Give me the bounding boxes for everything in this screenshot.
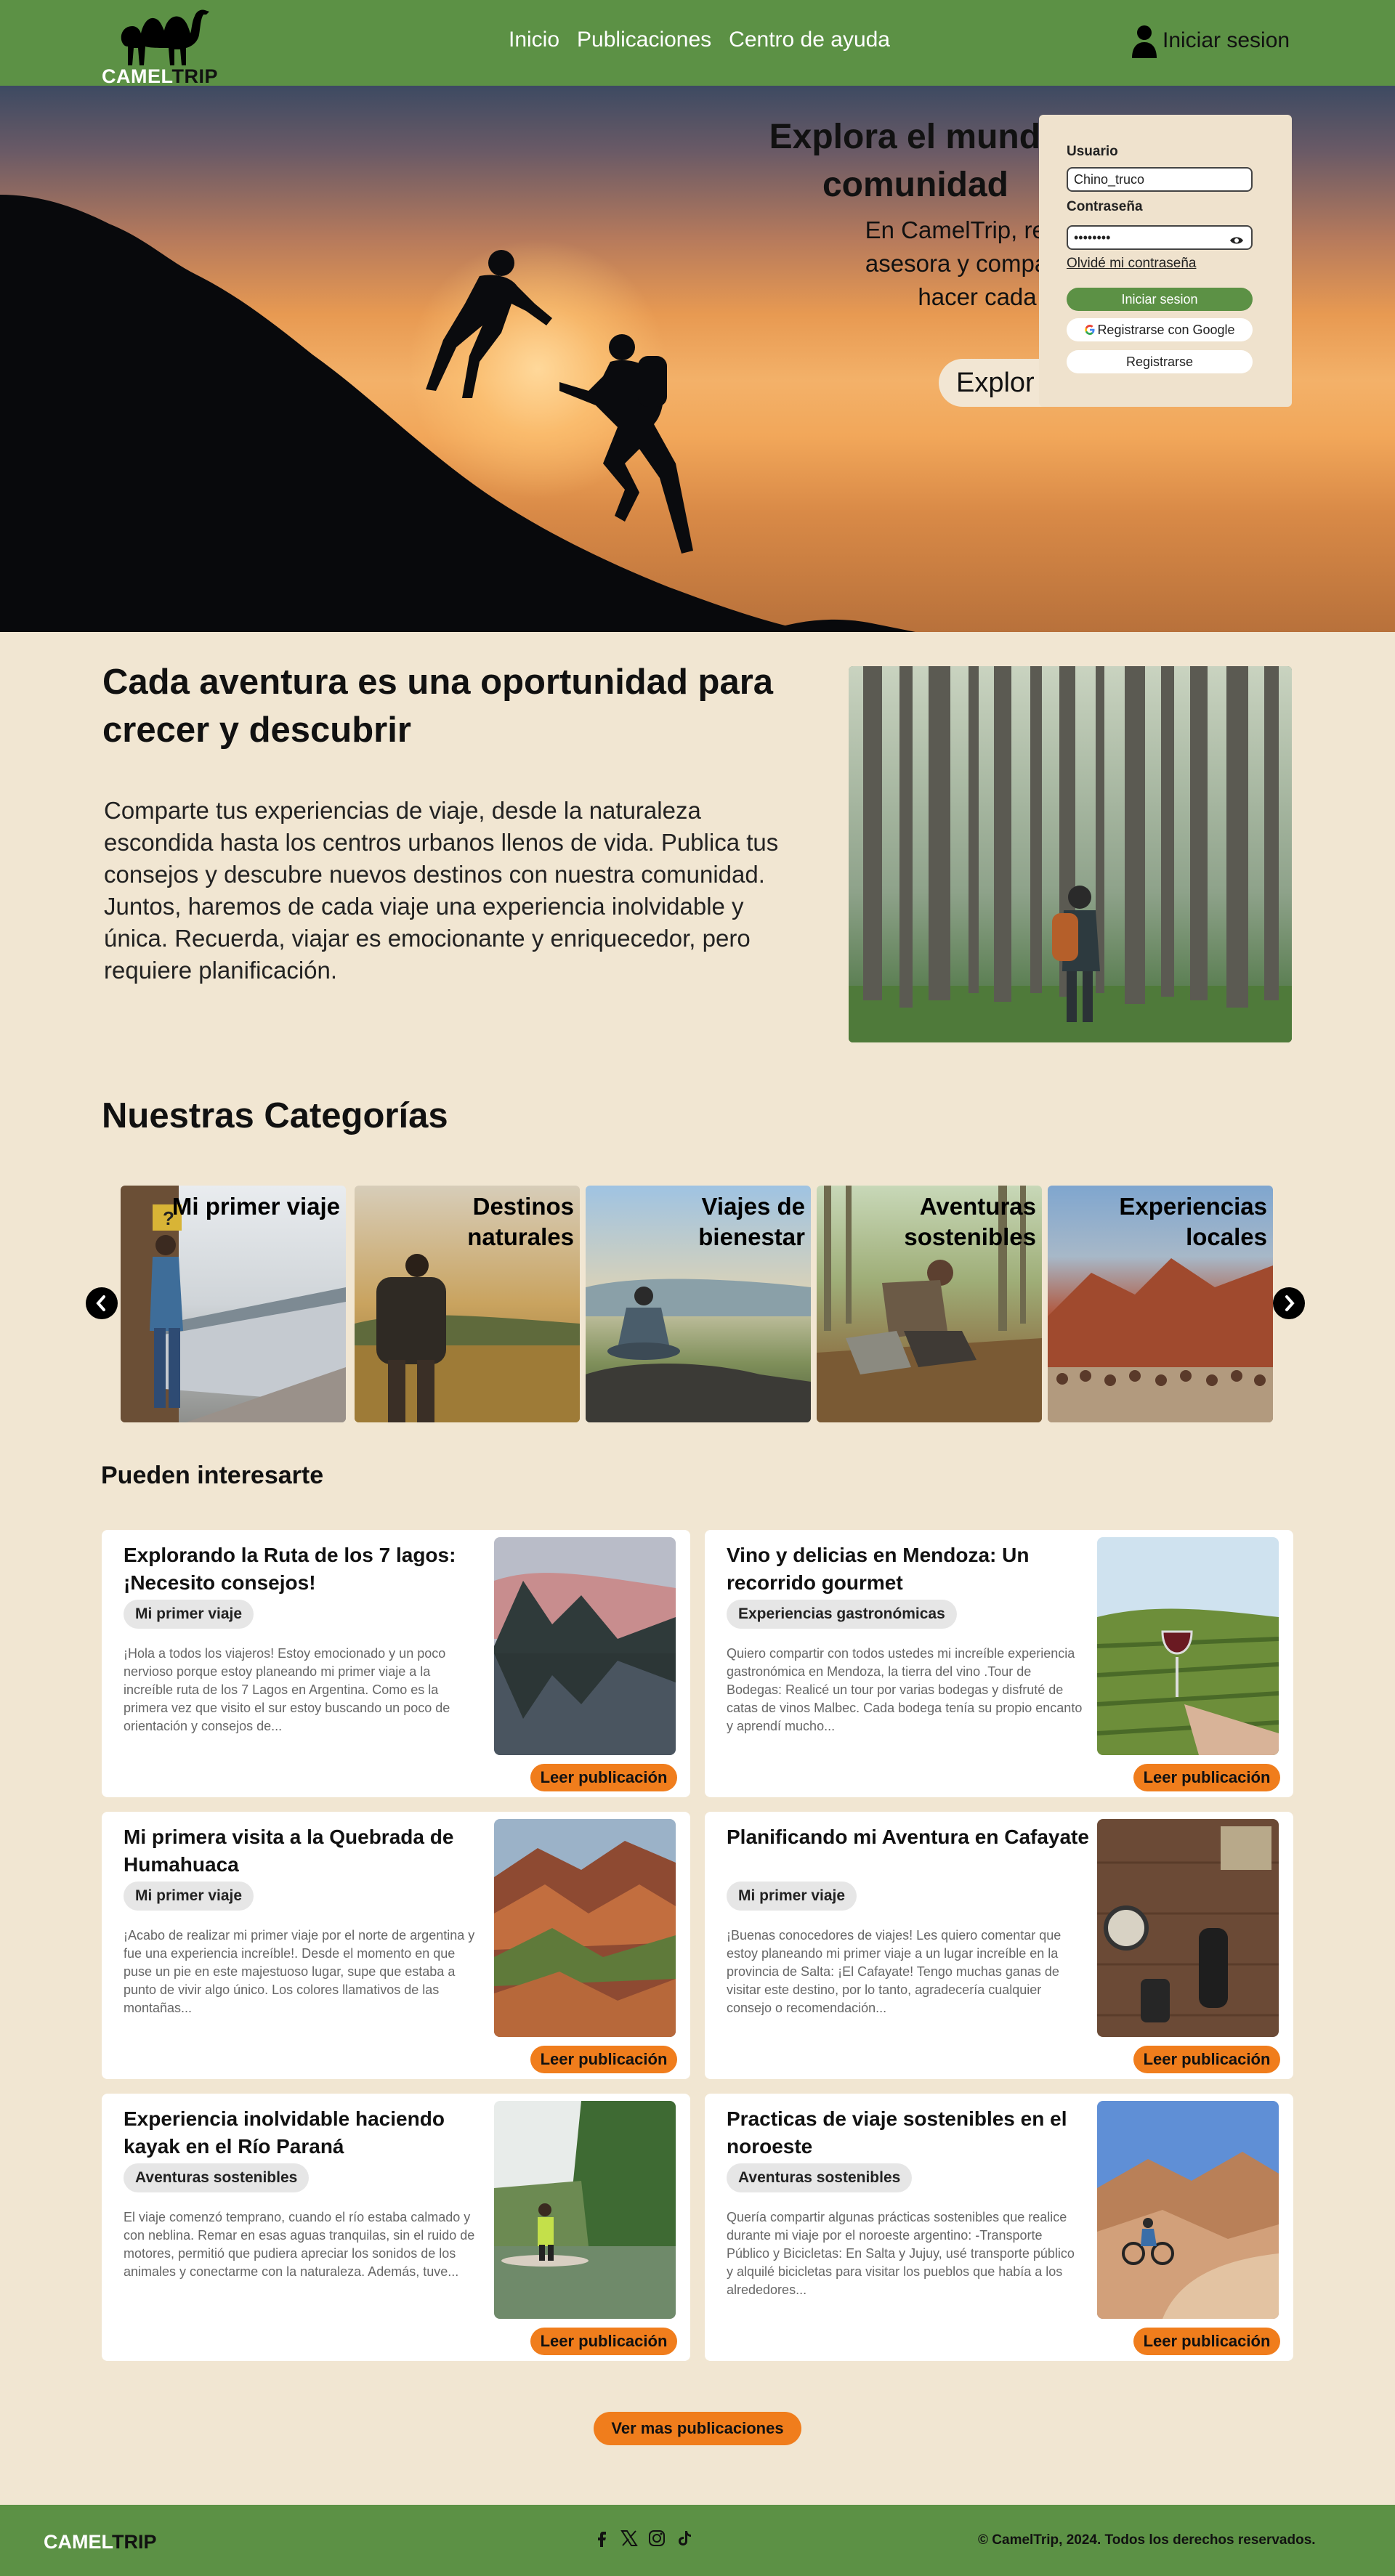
post-excerpt: Quería compartir algunas prácticas soste… bbox=[727, 2210, 1075, 2297]
post-card: Experiencia inolvidable haciendo kayak e… bbox=[102, 2094, 690, 2361]
post-excerpt: Quiero compartir con todos ustedes mi in… bbox=[727, 1646, 1083, 1733]
post-image-cyclist bbox=[1097, 2101, 1279, 2319]
google-register-button[interactable]: Registrarse con Google bbox=[1067, 318, 1253, 341]
nav-link-inicio[interactable]: Inicio bbox=[509, 28, 559, 52]
post-card: Planificando mi Aventura en Cafayate Mi … bbox=[705, 1812, 1293, 2079]
post-excerpt: El viaje comenzó temprano, cuando el río… bbox=[124, 2210, 475, 2279]
login-link[interactable]: Iniciar sesion bbox=[1131, 23, 1290, 58]
post-image-kayak bbox=[494, 2101, 676, 2319]
post-image-quebrada bbox=[494, 1819, 676, 2037]
category-card-viajes-bienestar[interactable]: Viajes de bienestar bbox=[586, 1186, 811, 1422]
about-title: Cada aventura es una oportunidad para cr… bbox=[102, 663, 774, 750]
x-twitter-icon[interactable] bbox=[619, 2528, 639, 2548]
user-icon bbox=[1132, 25, 1157, 58]
post-excerpt: ¡Hola a todos los viajeros! Estoy emocio… bbox=[124, 1646, 450, 1733]
password-input[interactable] bbox=[1067, 225, 1253, 250]
top-navbar: CAMELTRIP Inicio Publicaciones Centro de… bbox=[0, 0, 1395, 87]
password-label: Contraseña bbox=[1067, 199, 1143, 214]
read-post-button[interactable]: Leer publicación bbox=[1133, 2328, 1280, 2355]
username-input[interactable] bbox=[1067, 167, 1253, 192]
post-excerpt: ¡Buenas conocedores de viajes! Les quier… bbox=[727, 1928, 1062, 2015]
chevron-left-icon bbox=[96, 1295, 105, 1311]
register-button[interactable]: Registrarse bbox=[1067, 350, 1253, 373]
category-card-experiencias-locales[interactable]: Experiencias locales bbox=[1048, 1186, 1273, 1422]
google-icon bbox=[1085, 325, 1095, 335]
post-card: Practicas de viaje sostenibles en el nor… bbox=[705, 2094, 1293, 2361]
category-label: Experiencias locales bbox=[1119, 1193, 1267, 1250]
read-post-button[interactable]: Leer publicación bbox=[530, 2046, 677, 2073]
post-card: Mi primera visita a la Quebrada de Humah… bbox=[102, 1812, 690, 2079]
forest-hiker-image bbox=[849, 666, 1292, 1042]
category-card-mi-primer-viaje[interactable]: ? Mi primer viaje bbox=[121, 1186, 346, 1422]
post-category-badge[interactable]: Mi primer viaje bbox=[124, 1600, 254, 1629]
posts-section-title: Pueden interesarte bbox=[101, 1462, 324, 1489]
google-register-label: Registrarse con Google bbox=[1097, 323, 1235, 337]
post-image-travel-gear bbox=[1097, 1819, 1279, 2037]
categories-title: Nuestras Categorías bbox=[102, 1096, 448, 1135]
carousel-prev-button[interactable] bbox=[86, 1287, 118, 1319]
forgot-password-link[interactable]: Olvidé mi contraseña bbox=[1067, 256, 1196, 272]
post-card: Explorando la Ruta de los 7 lagos: ¡Nece… bbox=[102, 1530, 690, 1797]
post-excerpt: ¡Acabo de realizar mi primer viaje por e… bbox=[124, 1928, 475, 2015]
post-category-badge[interactable]: Aventuras sostenibles bbox=[727, 2163, 913, 2192]
username-label: Usuario bbox=[1067, 144, 1118, 159]
category-label: Mi primer viaje bbox=[171, 1193, 340, 1220]
category-label: Destinos naturales bbox=[467, 1193, 574, 1250]
post-category-badge[interactable]: Mi primer viaje bbox=[124, 1882, 254, 1911]
more-posts-button[interactable]: Ver mas publicaciones bbox=[594, 2412, 801, 2445]
category-label: Aventuras sostenibles bbox=[904, 1193, 1036, 1250]
facebook-icon[interactable] bbox=[591, 2528, 612, 2548]
social-links bbox=[591, 2528, 695, 2548]
read-post-button[interactable]: Leer publicación bbox=[530, 2328, 677, 2355]
post-image-lakes bbox=[494, 1537, 676, 1755]
login-label: Iniciar sesion bbox=[1162, 28, 1290, 52]
chevron-right-icon bbox=[1285, 1295, 1295, 1311]
tiktok-icon[interactable] bbox=[674, 2528, 695, 2548]
nav-link-centro-ayuda[interactable]: Centro de ayuda bbox=[729, 28, 890, 52]
main-nav: Inicio Publicaciones Centro de ayuda bbox=[509, 28, 907, 52]
post-category-badge[interactable]: Experiencias gastronómicas bbox=[727, 1600, 957, 1629]
carousel-next-button[interactable] bbox=[1273, 1287, 1305, 1319]
post-title[interactable]: Experiencia inolvidable haciendo kayak e… bbox=[124, 2105, 487, 2160]
read-post-button[interactable]: Leer publicación bbox=[1133, 2046, 1280, 2073]
read-post-button[interactable]: Leer publicación bbox=[530, 1764, 677, 1791]
read-post-button[interactable]: Leer publicación bbox=[1133, 1764, 1280, 1791]
camel-icon bbox=[121, 9, 209, 65]
footer-logo[interactable]: CAMELTRIP bbox=[44, 2531, 157, 2553]
logo-wordmark: CAMELTRIP bbox=[102, 65, 219, 87]
nav-link-publicaciones[interactable]: Publicaciones bbox=[577, 28, 711, 52]
post-image-vineyard bbox=[1097, 1537, 1279, 1755]
post-category-badge[interactable]: Mi primer viaje bbox=[727, 1882, 857, 1911]
category-label: Viajes de bienestar bbox=[698, 1193, 805, 1250]
instagram-icon[interactable] bbox=[647, 2528, 667, 2548]
about-text: Comparte tus experiencias de viaje, desd… bbox=[104, 797, 779, 984]
post-title[interactable]: Vino y delicias en Mendoza: Un recorrido… bbox=[727, 1542, 1090, 1597]
footer: CAMELTRIP © CamelTrip, 2024. Todos los d… bbox=[0, 2505, 1395, 2576]
post-title[interactable]: Mi primera visita a la Quebrada de Humah… bbox=[124, 1823, 487, 1879]
post-title[interactable]: Planificando mi Aventura en Cafayate bbox=[727, 1823, 1090, 1851]
post-card: Vino y delicias en Mendoza: Un recorrido… bbox=[705, 1530, 1293, 1797]
login-submit-button[interactable]: Iniciar sesion bbox=[1067, 288, 1253, 311]
show-password-icon[interactable] bbox=[1229, 235, 1244, 246]
post-title[interactable]: Explorando la Ruta de los 7 lagos: ¡Nece… bbox=[124, 1542, 487, 1597]
category-card-destinos-naturales[interactable]: Destinos naturales bbox=[355, 1186, 580, 1422]
login-panel: Usuario Contraseña Olvidé mi contraseña … bbox=[1039, 115, 1292, 407]
post-title[interactable]: Practicas de viaje sostenibles en el nor… bbox=[727, 2105, 1090, 2160]
copyright-text: © CamelTrip, 2024. Todos los derechos re… bbox=[978, 2532, 1316, 2548]
post-category-badge[interactable]: Aventuras sostenibles bbox=[124, 2163, 310, 2192]
cameltrip-logo[interactable]: CAMELTRIP bbox=[102, 4, 225, 87]
category-card-aventuras-sostenibles[interactable]: Aventuras sostenibles bbox=[817, 1186, 1042, 1422]
